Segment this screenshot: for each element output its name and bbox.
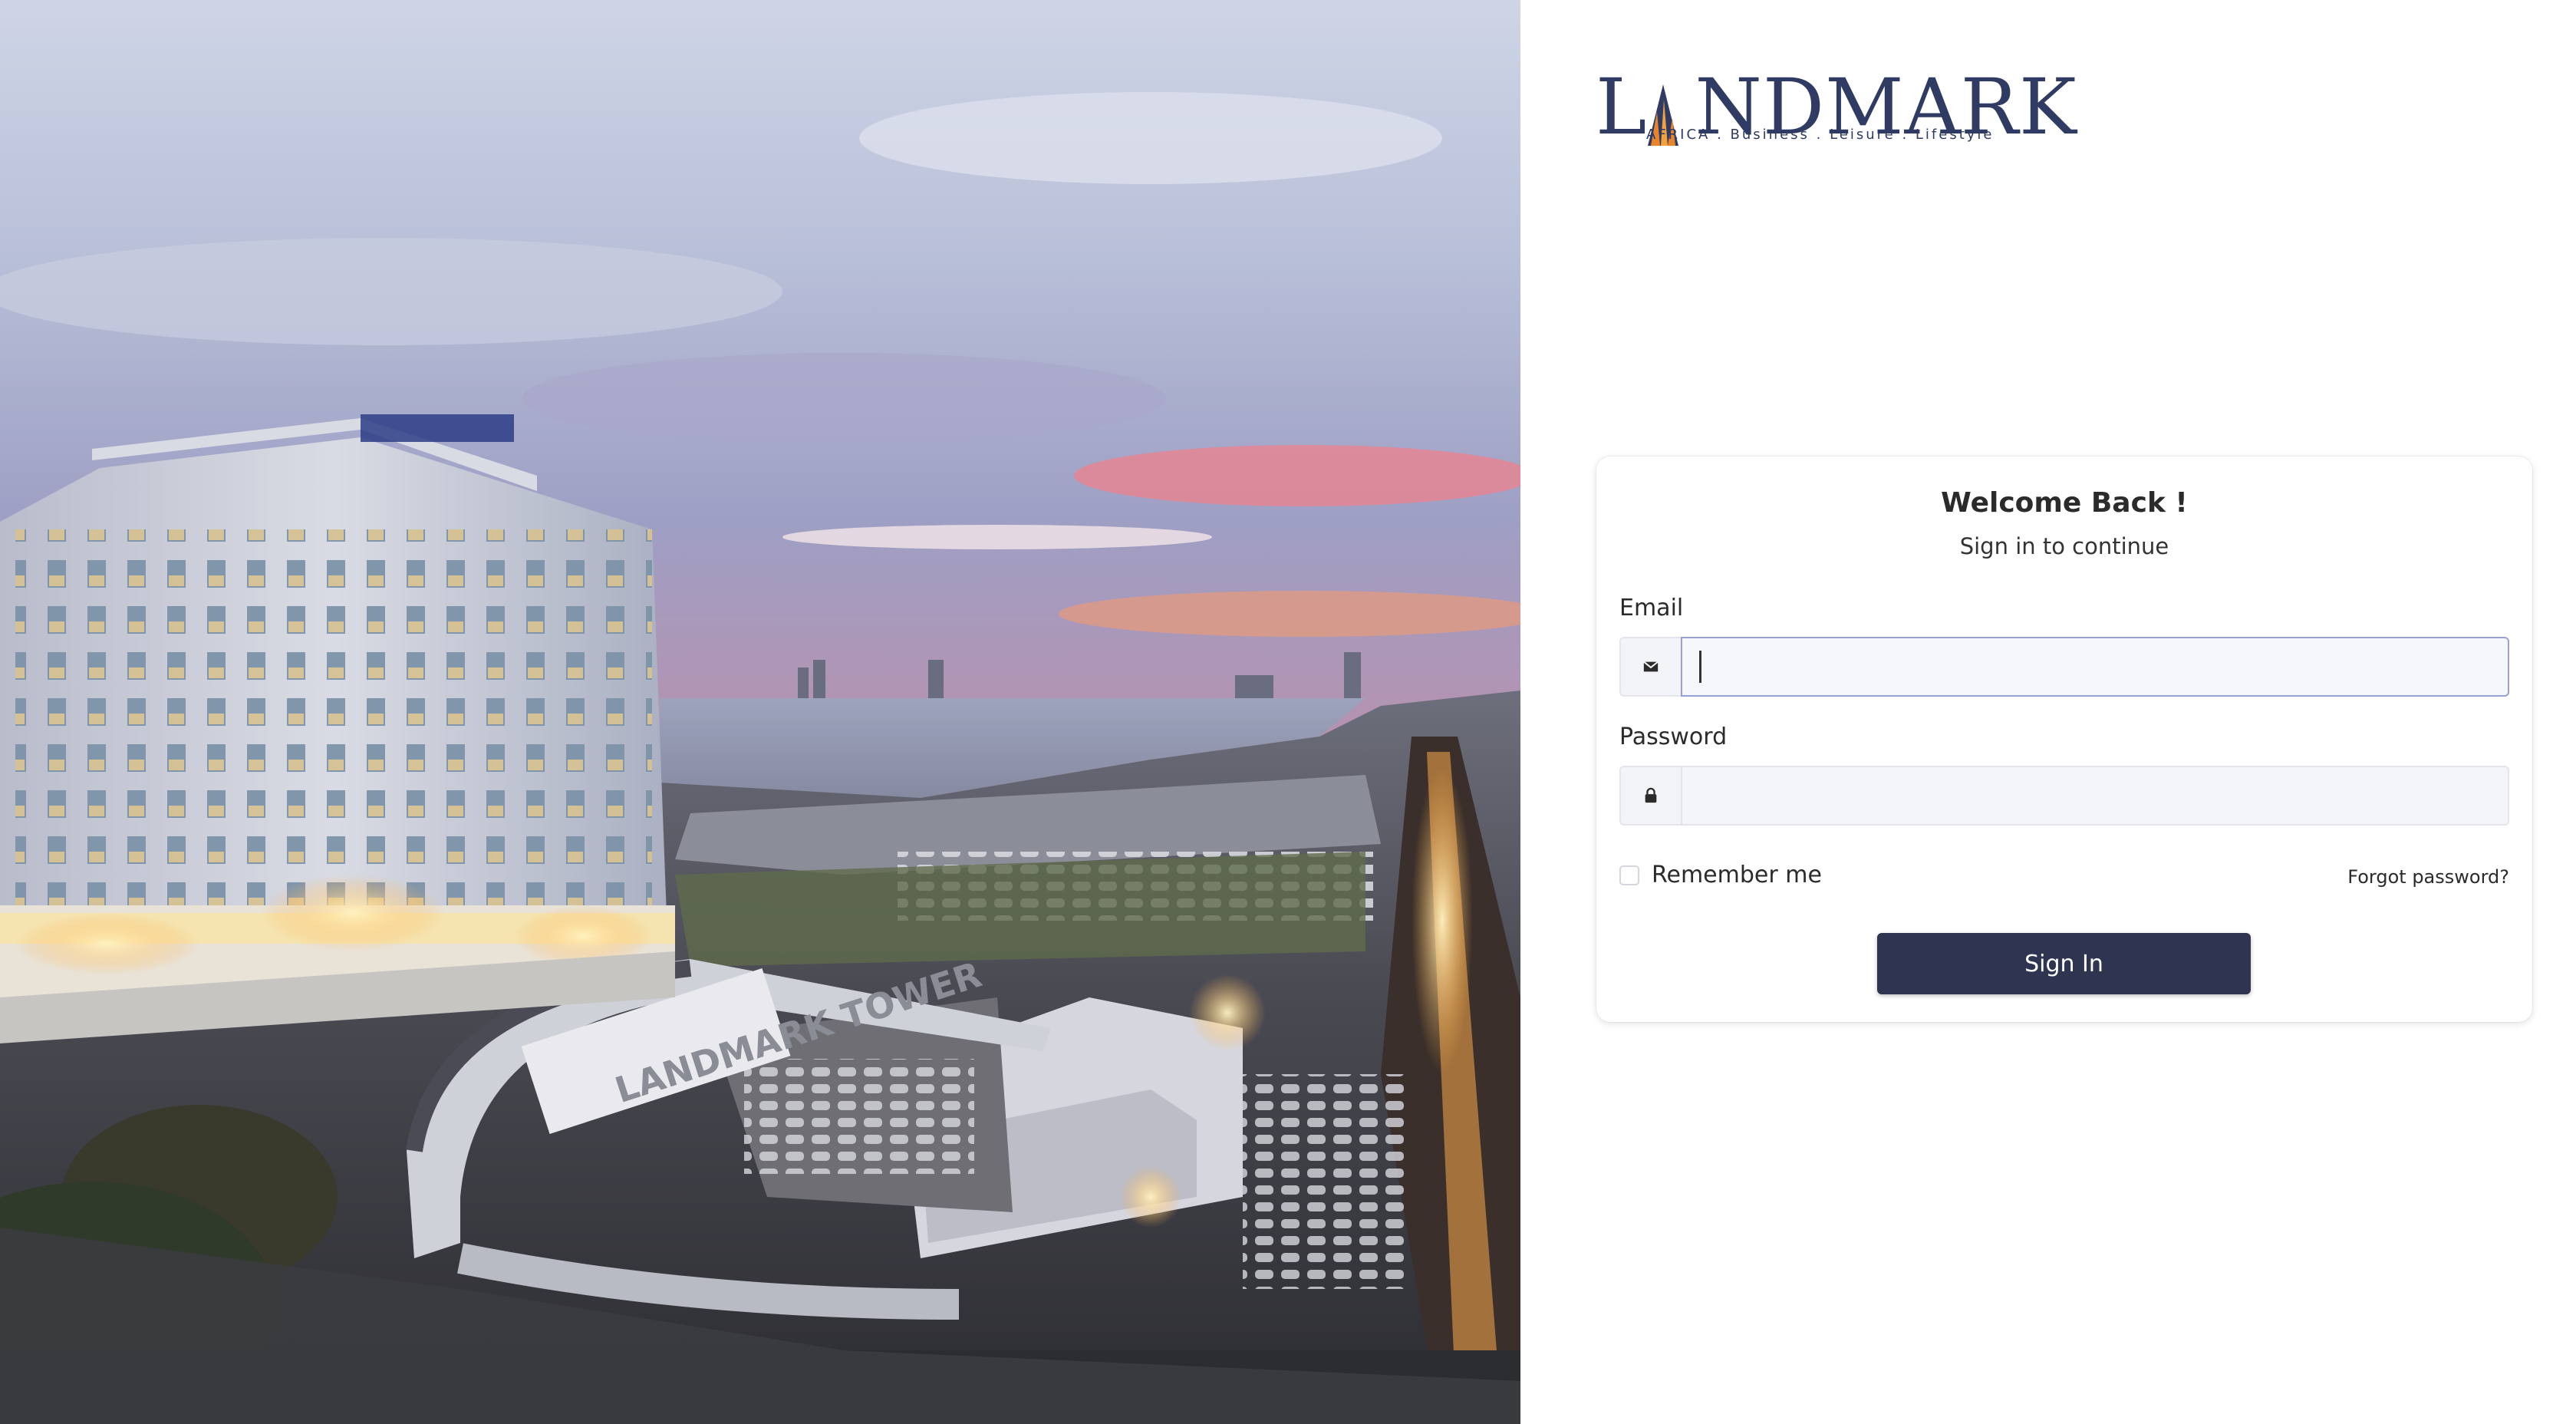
email-input[interactable] bbox=[1681, 637, 2509, 697]
forgot-password-link[interactable]: Forgot password? bbox=[2347, 866, 2509, 888]
lock-icon bbox=[1619, 766, 1681, 826]
landmark-logo[interactable]: L NDMARK AFRICA . Business . Leisure . Li… bbox=[1596, 69, 2077, 146]
password-input-group bbox=[1619, 766, 2509, 826]
login-panel: L NDMARK AFRICA . Business . Leisure . Li… bbox=[1520, 0, 2576, 1424]
login-card: Welcome Back ! Sign in to continue Email… bbox=[1596, 457, 2532, 1022]
email-label: Email bbox=[1619, 595, 1684, 621]
envelope-icon bbox=[1619, 637, 1681, 697]
logo-tagline: AFRICA . Business . Leisure . Lifestyle bbox=[1646, 127, 1995, 143]
text-caret bbox=[1699, 651, 1701, 683]
password-label: Password bbox=[1619, 724, 1728, 750]
card-subtitle: Sign in to continue bbox=[1959, 533, 2169, 559]
hero-photo: LANDMARK TOWER bbox=[0, 0, 1520, 1424]
sign-in-button[interactable]: Sign In bbox=[1877, 933, 2251, 994]
card-title: Welcome Back ! bbox=[1941, 487, 2188, 519]
remember-me-checkbox[interactable] bbox=[1619, 865, 1639, 885]
email-input-group bbox=[1619, 637, 2509, 697]
remember-me[interactable]: Remember me bbox=[1619, 862, 1822, 888]
landmark-tower-photo: LANDMARK TOWER bbox=[0, 0, 1520, 1424]
password-input[interactable] bbox=[1681, 766, 2509, 826]
remember-me-label[interactable]: Remember me bbox=[1652, 862, 1822, 888]
